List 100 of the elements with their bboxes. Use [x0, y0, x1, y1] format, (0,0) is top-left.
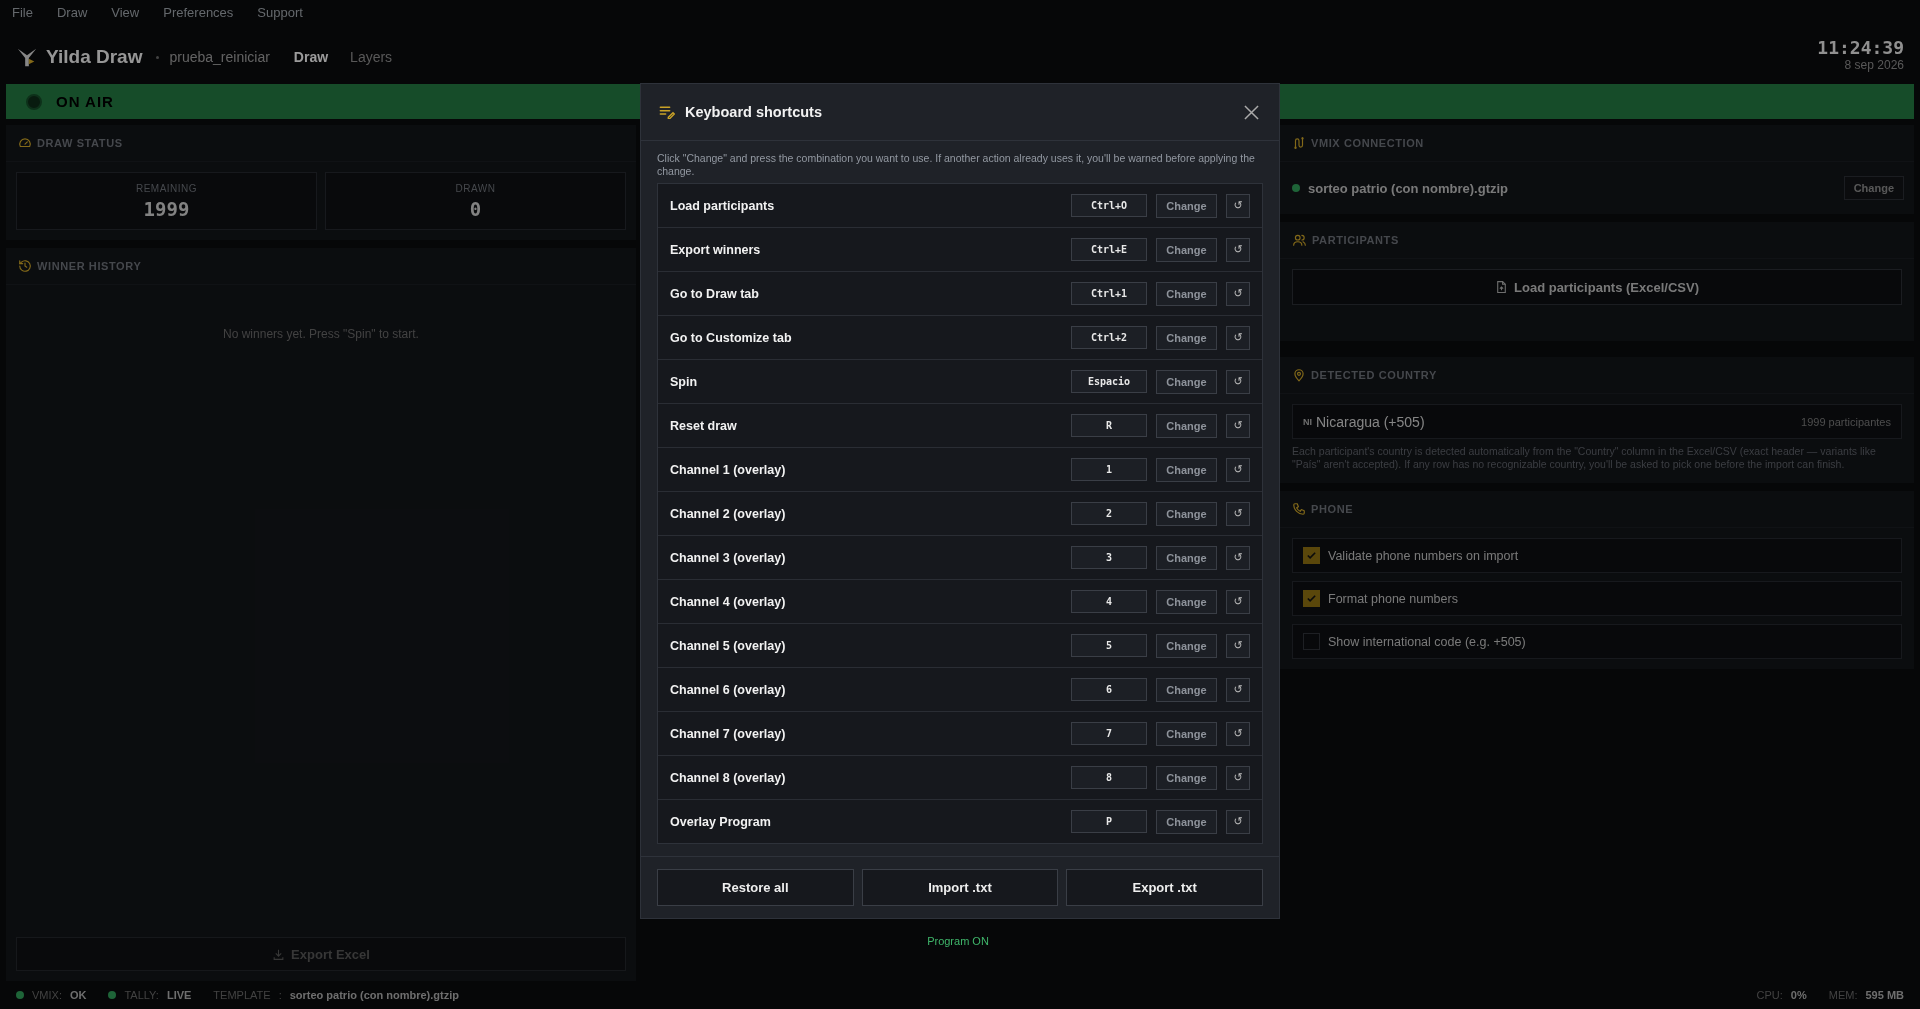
reset-button[interactable]: ↺ [1226, 677, 1250, 702]
gauge-icon [18, 136, 32, 150]
action-label: Spin [670, 374, 699, 389]
key-combo: R [1071, 414, 1147, 437]
country-code: NI [1303, 416, 1312, 427]
program-status: Program ON [927, 935, 989, 947]
reset-button[interactable]: ↺ [1226, 545, 1250, 570]
reset-button[interactable]: ↺ [1226, 325, 1250, 350]
footer-button[interactable]: Restore all [657, 869, 854, 906]
action-label: Export winners [670, 242, 762, 257]
status-label: TALLY: [124, 989, 159, 1001]
panel-title: DETECTED COUNTRY [1311, 369, 1437, 381]
change-button[interactable]: Change [1156, 677, 1217, 702]
change-button[interactable]: Change [1156, 589, 1217, 614]
status-value: LIVE [166, 989, 192, 1001]
option-label: Validate phone numbers on import [1328, 548, 1519, 563]
action-label: Channel 4 (overlay) [670, 594, 787, 609]
check-icon [1306, 593, 1317, 604]
connection-icon [1292, 136, 1306, 150]
key-combo: 1 [1071, 458, 1147, 481]
status-label: VMIX: [32, 989, 62, 1001]
phone-icon [1292, 502, 1306, 516]
menu-item[interactable]: File [12, 5, 33, 19]
nav-tab[interactable]: Layers [350, 45, 393, 69]
check-icon [1306, 550, 1317, 561]
checkbox[interactable] [1303, 590, 1320, 607]
status-value: OK [69, 989, 87, 1001]
option-label: Format phone numbers [1328, 591, 1458, 606]
project-name: prueba_reiniciar [169, 49, 270, 65]
action-label: Channel 7 (overlay) [670, 726, 787, 741]
reset-button[interactable]: ↺ [1226, 633, 1250, 658]
change-button[interactable]: Change [1156, 633, 1217, 658]
action-label: Channel 5 (overlay) [670, 638, 787, 653]
reset-button[interactable]: ↺ [1226, 589, 1250, 614]
change-button[interactable]: Change [1156, 281, 1217, 306]
status-label: TEMPLATE [213, 989, 271, 1001]
change-button[interactable]: Change [1156, 457, 1217, 482]
change-button[interactable]: Change [1156, 193, 1217, 218]
change-button[interactable]: Change [1156, 545, 1217, 570]
change-button[interactable]: Change [1843, 176, 1904, 200]
change-button[interactable]: Change [1156, 237, 1217, 262]
stat-value: 1999 [143, 197, 190, 220]
key-combo: 6 [1071, 678, 1147, 701]
reset-button[interactable]: ↺ [1226, 457, 1250, 482]
dialog-title: Keyboard shortcuts [685, 104, 822, 120]
footer-button[interactable]: Import .txt [861, 869, 1059, 906]
change-button[interactable]: Change [1156, 721, 1217, 746]
change-button[interactable]: Change [1156, 369, 1217, 394]
change-button[interactable]: Change [1156, 413, 1217, 438]
action-label: Channel 6 (overlay) [670, 682, 787, 697]
reset-button[interactable]: ↺ [1226, 501, 1250, 526]
reset-button[interactable]: ↺ [1226, 809, 1250, 834]
action-label: Channel 3 (overlay) [670, 550, 787, 565]
status-label: MEM: [1828, 989, 1858, 1001]
close-icon [1244, 104, 1259, 120]
action-label: Go to Customize tab [670, 330, 793, 345]
action-label: Channel 8 (overlay) [670, 770, 787, 785]
key-combo: Ctrl+1 [1071, 282, 1147, 305]
footer-button[interactable]: Export .txt [1066, 869, 1263, 906]
change-button[interactable]: Change [1156, 765, 1217, 790]
reset-button[interactable]: ↺ [1226, 413, 1250, 438]
checkbox[interactable] [1303, 633, 1320, 650]
location-pin-icon [1292, 368, 1306, 382]
panel-title: PHONE [1311, 503, 1354, 515]
history-icon [18, 259, 32, 273]
stat-label: DRAWN [455, 182, 496, 194]
panel-title: VMIX CONNECTION [1311, 137, 1424, 149]
change-button[interactable]: Change [1156, 809, 1217, 834]
reset-button[interactable]: ↺ [1226, 765, 1250, 790]
option-label: Show international code (e.g. +505) [1328, 634, 1526, 649]
reset-button[interactable]: ↺ [1226, 193, 1250, 218]
key-combo: Ctrl+O [1071, 194, 1147, 217]
app-name: Yilda Draw [46, 46, 143, 68]
key-combo: 3 [1071, 546, 1147, 569]
menu-item[interactable]: Support [257, 5, 303, 19]
status-dot [16, 991, 24, 999]
nav-tab[interactable]: Draw [293, 45, 329, 69]
change-button[interactable]: Change [1156, 325, 1217, 350]
reset-button[interactable]: ↺ [1226, 369, 1250, 394]
panel-title: WINNER HISTORY [37, 260, 142, 272]
reset-button[interactable]: ↺ [1226, 721, 1250, 746]
participant-count: 1999 participantes [1801, 415, 1891, 428]
status-dot [26, 93, 42, 110]
menu-item[interactable]: Preferences [163, 5, 234, 19]
country-name: Nicaragua (+505) [1316, 413, 1425, 430]
close-button[interactable] [1242, 102, 1261, 122]
reset-button[interactable]: ↺ [1226, 237, 1250, 262]
menu-item[interactable]: Draw [56, 5, 88, 19]
load-participants-button[interactable]: Load participants (Excel/CSV) [1292, 269, 1902, 305]
action-label: Load participants [670, 198, 776, 213]
users-icon [1292, 233, 1307, 247]
checkbox[interactable] [1303, 547, 1320, 564]
on-air-label: ON AIR [56, 93, 114, 110]
status-separator: : [278, 989, 282, 1001]
menu-item[interactable]: View [111, 5, 140, 19]
key-combo: Ctrl+E [1071, 238, 1147, 261]
change-button[interactable]: Change [1156, 501, 1217, 526]
reset-button[interactable]: ↺ [1226, 281, 1250, 306]
edit-list-icon [659, 105, 675, 119]
action-label: Channel 2 (overlay) [670, 506, 787, 521]
